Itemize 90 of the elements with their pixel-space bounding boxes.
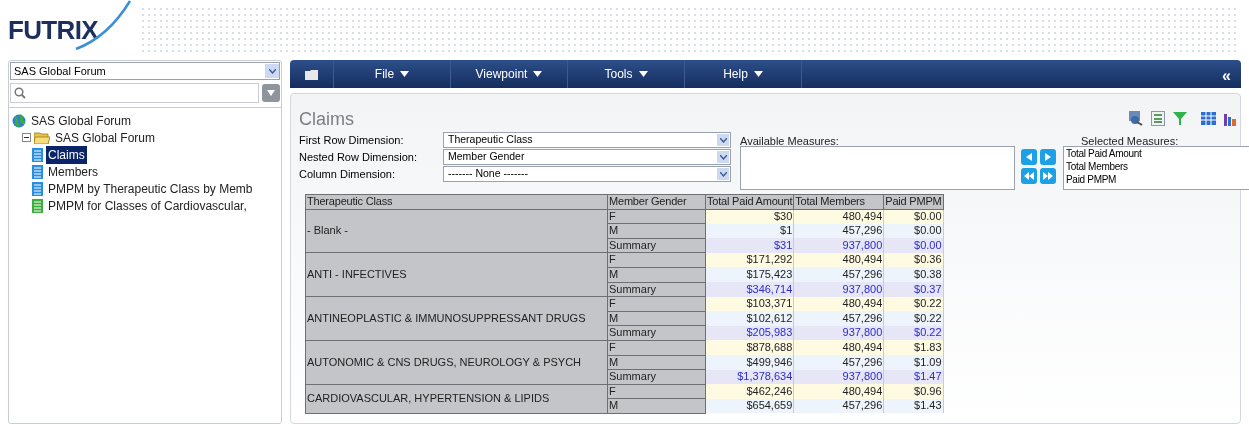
document-icon — [32, 164, 43, 179]
filter-dropdown-button[interactable] — [262, 84, 280, 102]
folder-icon — [34, 131, 50, 144]
move-all-left-button[interactable] — [1021, 168, 1037, 184]
collapse-button[interactable]: « — [1222, 64, 1231, 88]
left-icon — [1026, 153, 1032, 161]
list-item[interactable]: Total Paid Amount — [1066, 147, 1249, 160]
row-header: - Blank - — [305, 209, 608, 253]
table-cell: 457,296 — [793, 355, 884, 370]
document-icon — [32, 181, 43, 196]
table-cell: $175,423 — [705, 267, 794, 283]
available-measures-list[interactable] — [740, 146, 1015, 190]
caret-icon — [753, 71, 763, 77]
menu-item[interactable]: Tools — [568, 60, 685, 88]
table-cell: 457,296 — [793, 267, 884, 283]
list-item[interactable]: Total Members — [1066, 160, 1249, 173]
document-icon — [32, 147, 43, 162]
search-icon — [14, 87, 26, 99]
caret-icon — [533, 71, 543, 77]
collapse-toggle[interactable] — [22, 133, 31, 142]
row-header: AUTONOMIC & CNS DRUGS, NEUROLOGY & PSYCH — [305, 340, 608, 385]
table-cell: 480,494 — [793, 384, 884, 399]
project-select[interactable]: SAS Global Forum — [10, 62, 280, 80]
tree-item[interactable]: SAS Global Forum — [53, 128, 158, 147]
tree-item[interactable]: SAS Global Forum — [29, 111, 134, 130]
logo: FUTRIX — [8, 10, 98, 50]
search-icon[interactable] — [1127, 110, 1143, 126]
field-label: Nested Row Dimension: — [299, 149, 418, 165]
column-header: Member Gender — [607, 194, 706, 210]
globe-icon — [12, 113, 26, 128]
double-left-icon — [1024, 172, 1034, 180]
table-cell: $0.00 — [883, 238, 944, 253]
tree-item[interactable]: Members — [46, 162, 100, 181]
tree-item[interactable]: Claims — [46, 145, 87, 164]
move-all-right-button[interactable] — [1040, 168, 1056, 184]
table-cell: $0.37 — [883, 282, 944, 297]
document-icon — [32, 198, 43, 213]
column-header: Therapeutic Class — [305, 194, 608, 210]
folder-icon — [304, 68, 319, 80]
row-header: CARDIOVASCULAR, HYPERTENSION & LIPIDS — [305, 384, 608, 414]
table-cell: 457,296 — [793, 311, 884, 326]
double-right-icon — [1043, 172, 1053, 180]
table-cell: $0.22 — [883, 311, 944, 326]
table-cell: $1.83 — [883, 340, 944, 356]
move-right-button[interactable] — [1040, 149, 1056, 165]
grid-icon[interactable] — [1201, 111, 1216, 125]
menu-item[interactable]: Viewpoint — [451, 60, 568, 88]
search-field[interactable] — [10, 83, 259, 103]
dimension-select[interactable]: Member Gender — [443, 149, 731, 165]
right-icon — [1045, 153, 1051, 161]
caret-icon — [638, 71, 648, 77]
table-cell: $878,688 — [705, 340, 794, 356]
table-cell: $0.38 — [883, 267, 944, 283]
row-header: ANTINEOPLASTIC & IMMUNOSUPPRESSANT DRUGS — [305, 296, 608, 341]
table-cell: 937,800 — [793, 282, 884, 297]
table-cell: $31 — [705, 238, 794, 253]
table-cell: $102,612 — [705, 311, 794, 326]
move-left-button[interactable] — [1021, 149, 1037, 165]
tree-item[interactable]: PMPM by Therapeutic Class by Memb — [46, 179, 255, 198]
list-item[interactable]: Paid PMPM — [1066, 173, 1249, 186]
column-header: Total Members — [793, 194, 884, 210]
table-cell: 480,494 — [793, 340, 884, 356]
table-cell: 937,800 — [793, 238, 884, 253]
dropdown-icon — [717, 168, 729, 180]
checklist-icon[interactable] — [1151, 110, 1165, 126]
menu-item[interactable]: File — [334, 60, 451, 88]
dropdown-icon — [265, 64, 279, 78]
field-label: Selected Measures: — [1081, 134, 1179, 149]
selected-measures-list[interactable]: Total Paid Amount Total Members Paid PMPM — [1063, 146, 1249, 190]
dropdown-icon — [717, 134, 729, 146]
field-label: Column Dimension: — [299, 166, 396, 182]
table-cell: $462,246 — [705, 384, 794, 399]
field-label: First Row Dimension: — [299, 132, 405, 148]
field-label: Available Measures: — [740, 134, 839, 149]
caret-icon — [267, 90, 275, 96]
dimension-select[interactable]: Therapeutic Class — [443, 132, 731, 148]
dropdown-icon — [717, 151, 729, 163]
column-header: Total Paid Amount — [705, 194, 794, 210]
table-cell: $1.09 — [883, 355, 944, 370]
caret-icon — [400, 71, 410, 77]
table-cell: $346,714 — [705, 282, 794, 297]
filter-icon[interactable] — [1173, 110, 1187, 126]
dimension-select[interactable]: ------- None ------- — [443, 166, 731, 182]
row-header: ANTI - INFECTIVES — [305, 252, 608, 297]
table-cell: $0.96 — [883, 384, 944, 399]
column-header: Paid PMPM — [883, 194, 944, 210]
view-title: Claims — [299, 108, 354, 131]
menu-item[interactable]: Help — [685, 60, 802, 88]
table-cell: $499,946 — [705, 355, 794, 370]
tree-item[interactable]: PMPM for Classes of Cardiovascular, — [46, 196, 249, 215]
